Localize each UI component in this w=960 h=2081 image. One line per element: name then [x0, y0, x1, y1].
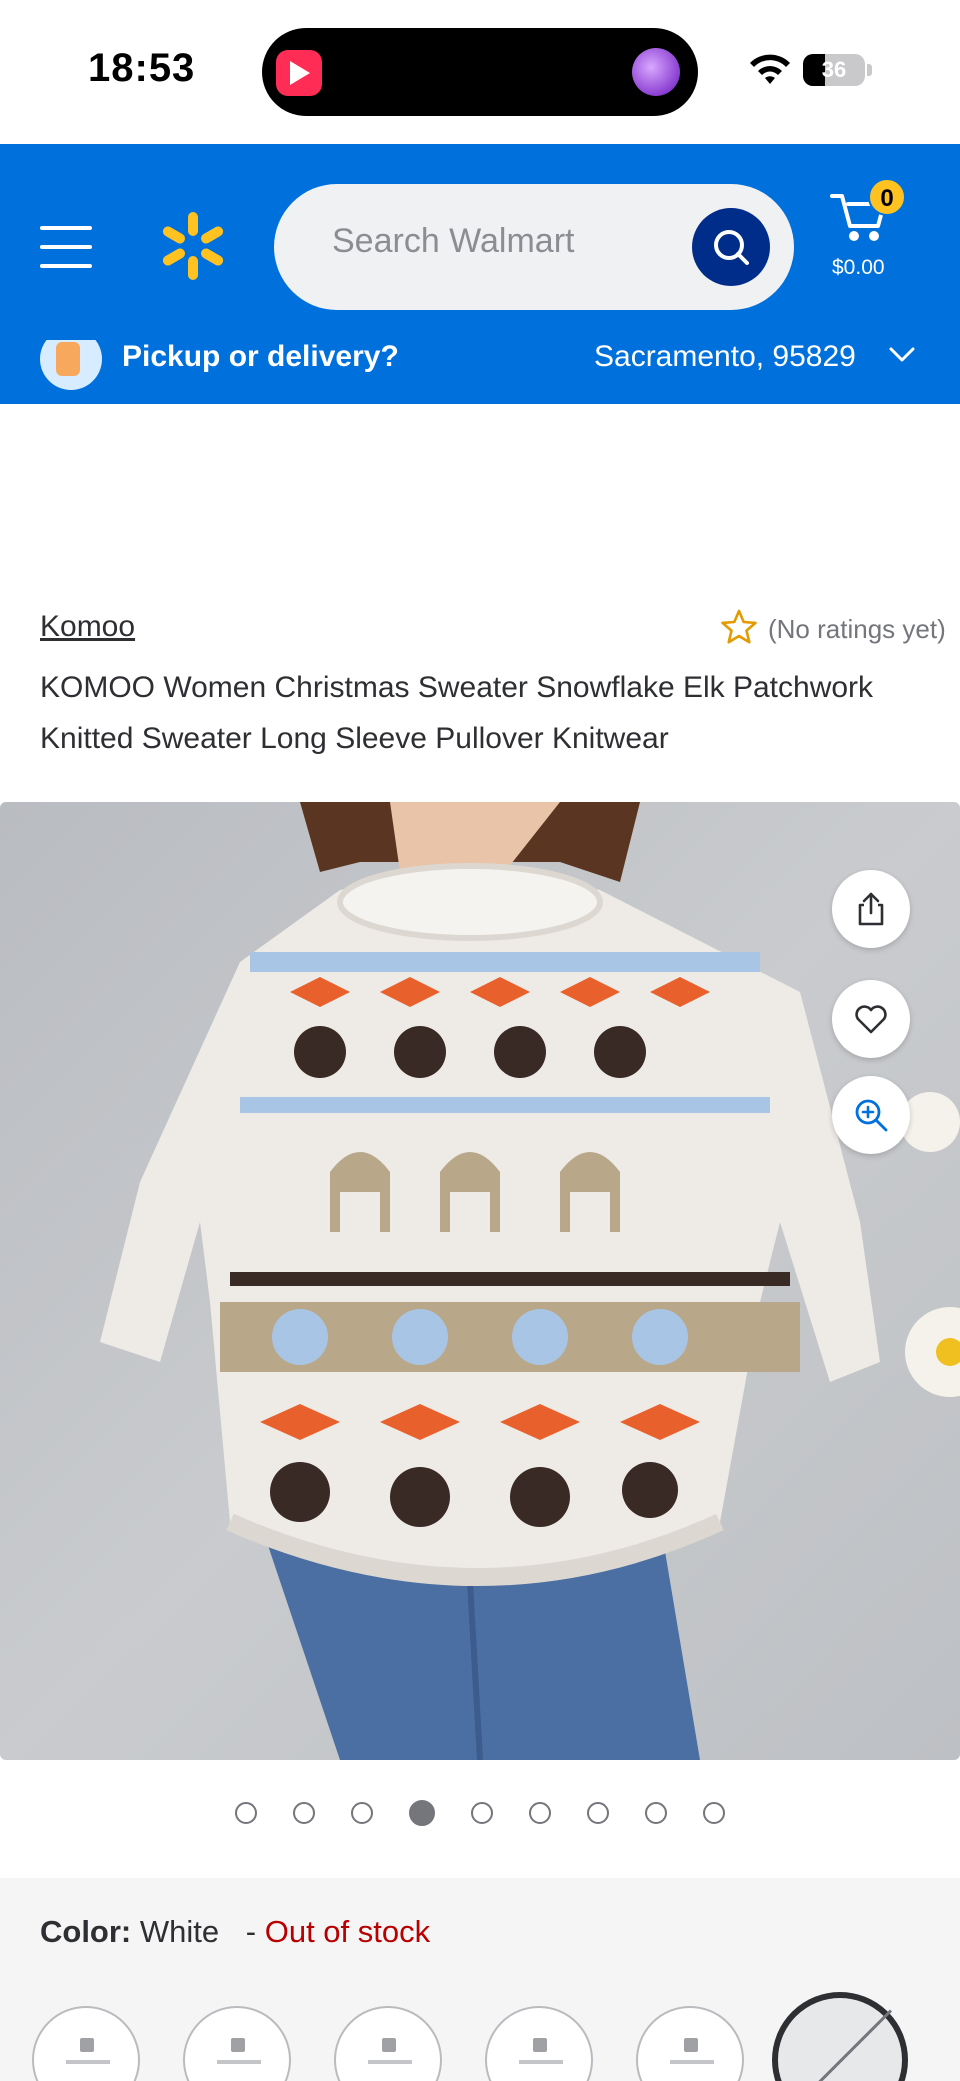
carousel-dot[interactable] — [529, 1802, 551, 1824]
carousel-dot-active[interactable] — [409, 1800, 435, 1826]
image-placeholder-icon — [366, 2038, 414, 2068]
rating-text: (No ratings yet) — [768, 614, 946, 644]
color-key: Color: — [40, 1914, 132, 1949]
carousel-dot[interactable] — [703, 1802, 725, 1824]
wifi-icon — [750, 54, 790, 84]
stock-status: Out of stock — [264, 1914, 431, 1949]
heart-icon — [855, 1005, 887, 1034]
carousel-dot[interactable] — [645, 1802, 667, 1824]
pickup-label: Pickup or delivery? — [122, 340, 399, 373]
carousel-dots — [0, 1800, 960, 1830]
chevron-down-icon — [889, 347, 915, 362]
pickup-illustration-icon — [40, 340, 102, 390]
favorite-button[interactable] — [832, 980, 910, 1058]
image-placeholder-icon — [64, 2038, 112, 2068]
carousel-dot[interactable] — [293, 1802, 315, 1824]
image-placeholder-icon — [517, 2038, 565, 2068]
search-box — [274, 184, 794, 310]
color-section: Color: White - Out of stock — [0, 1878, 960, 2081]
sweater-photo — [100, 802, 960, 1760]
activity-avatar-icon — [632, 48, 680, 96]
color-swatch[interactable] — [334, 2006, 442, 2081]
product-title: KOMOO Women Christmas Sweater Snowflake … — [40, 671, 874, 755]
cart-total: $0.00 — [832, 256, 885, 279]
product-image[interactable] — [0, 802, 960, 1760]
search-icon — [714, 230, 749, 265]
pickup-delivery-bar[interactable]: Pickup or delivery? Sacramento, 95829 — [0, 340, 960, 404]
star-icon — [721, 609, 757, 644]
color-swatch[interactable] — [485, 2006, 593, 2081]
battery-level: 36 — [821, 57, 847, 82]
carousel-dot[interactable] — [471, 1802, 493, 1824]
location-label: Sacramento, 95829 — [594, 340, 856, 373]
zoom-in-icon — [855, 1099, 888, 1132]
color-swatch-selected[interactable] — [772, 1992, 908, 2081]
video-app-icon — [276, 50, 322, 96]
search-button[interactable] — [692, 208, 770, 286]
carousel-dot[interactable] — [235, 1802, 257, 1824]
color-line: Color: White - Out of stock — [40, 1914, 430, 1950]
search-input[interactable] — [332, 222, 672, 261]
battery-cap — [867, 64, 872, 76]
color-swatch[interactable] — [636, 2006, 744, 2081]
status-bar: 18:53 36 — [0, 0, 960, 144]
image-placeholder-icon — [668, 2038, 716, 2068]
carousel-dot[interactable] — [587, 1802, 609, 1824]
color-value: White — [139, 1914, 220, 1949]
share-button[interactable] — [832, 870, 910, 948]
cart-button[interactable]: 0 $0.00 — [826, 178, 936, 288]
color-swatch[interactable] — [183, 2006, 291, 2081]
cart-count-badge: 0 — [868, 178, 906, 216]
color-swatch[interactable] — [32, 2006, 140, 2081]
zoom-button[interactable] — [832, 1076, 910, 1154]
status-time: 18:53 — [88, 46, 196, 90]
carousel-dot[interactable] — [351, 1802, 373, 1824]
walmart-spark-logo-icon[interactable] — [158, 210, 228, 282]
menu-icon[interactable] — [40, 226, 96, 270]
battery-icon: 36 — [803, 54, 865, 86]
dynamic-island — [262, 28, 698, 116]
image-placeholder-icon — [215, 2038, 263, 2068]
color-separator: - — [245, 1914, 257, 1949]
brand-link[interactable]: Komoo — [40, 610, 135, 644]
share-icon — [858, 892, 884, 926]
